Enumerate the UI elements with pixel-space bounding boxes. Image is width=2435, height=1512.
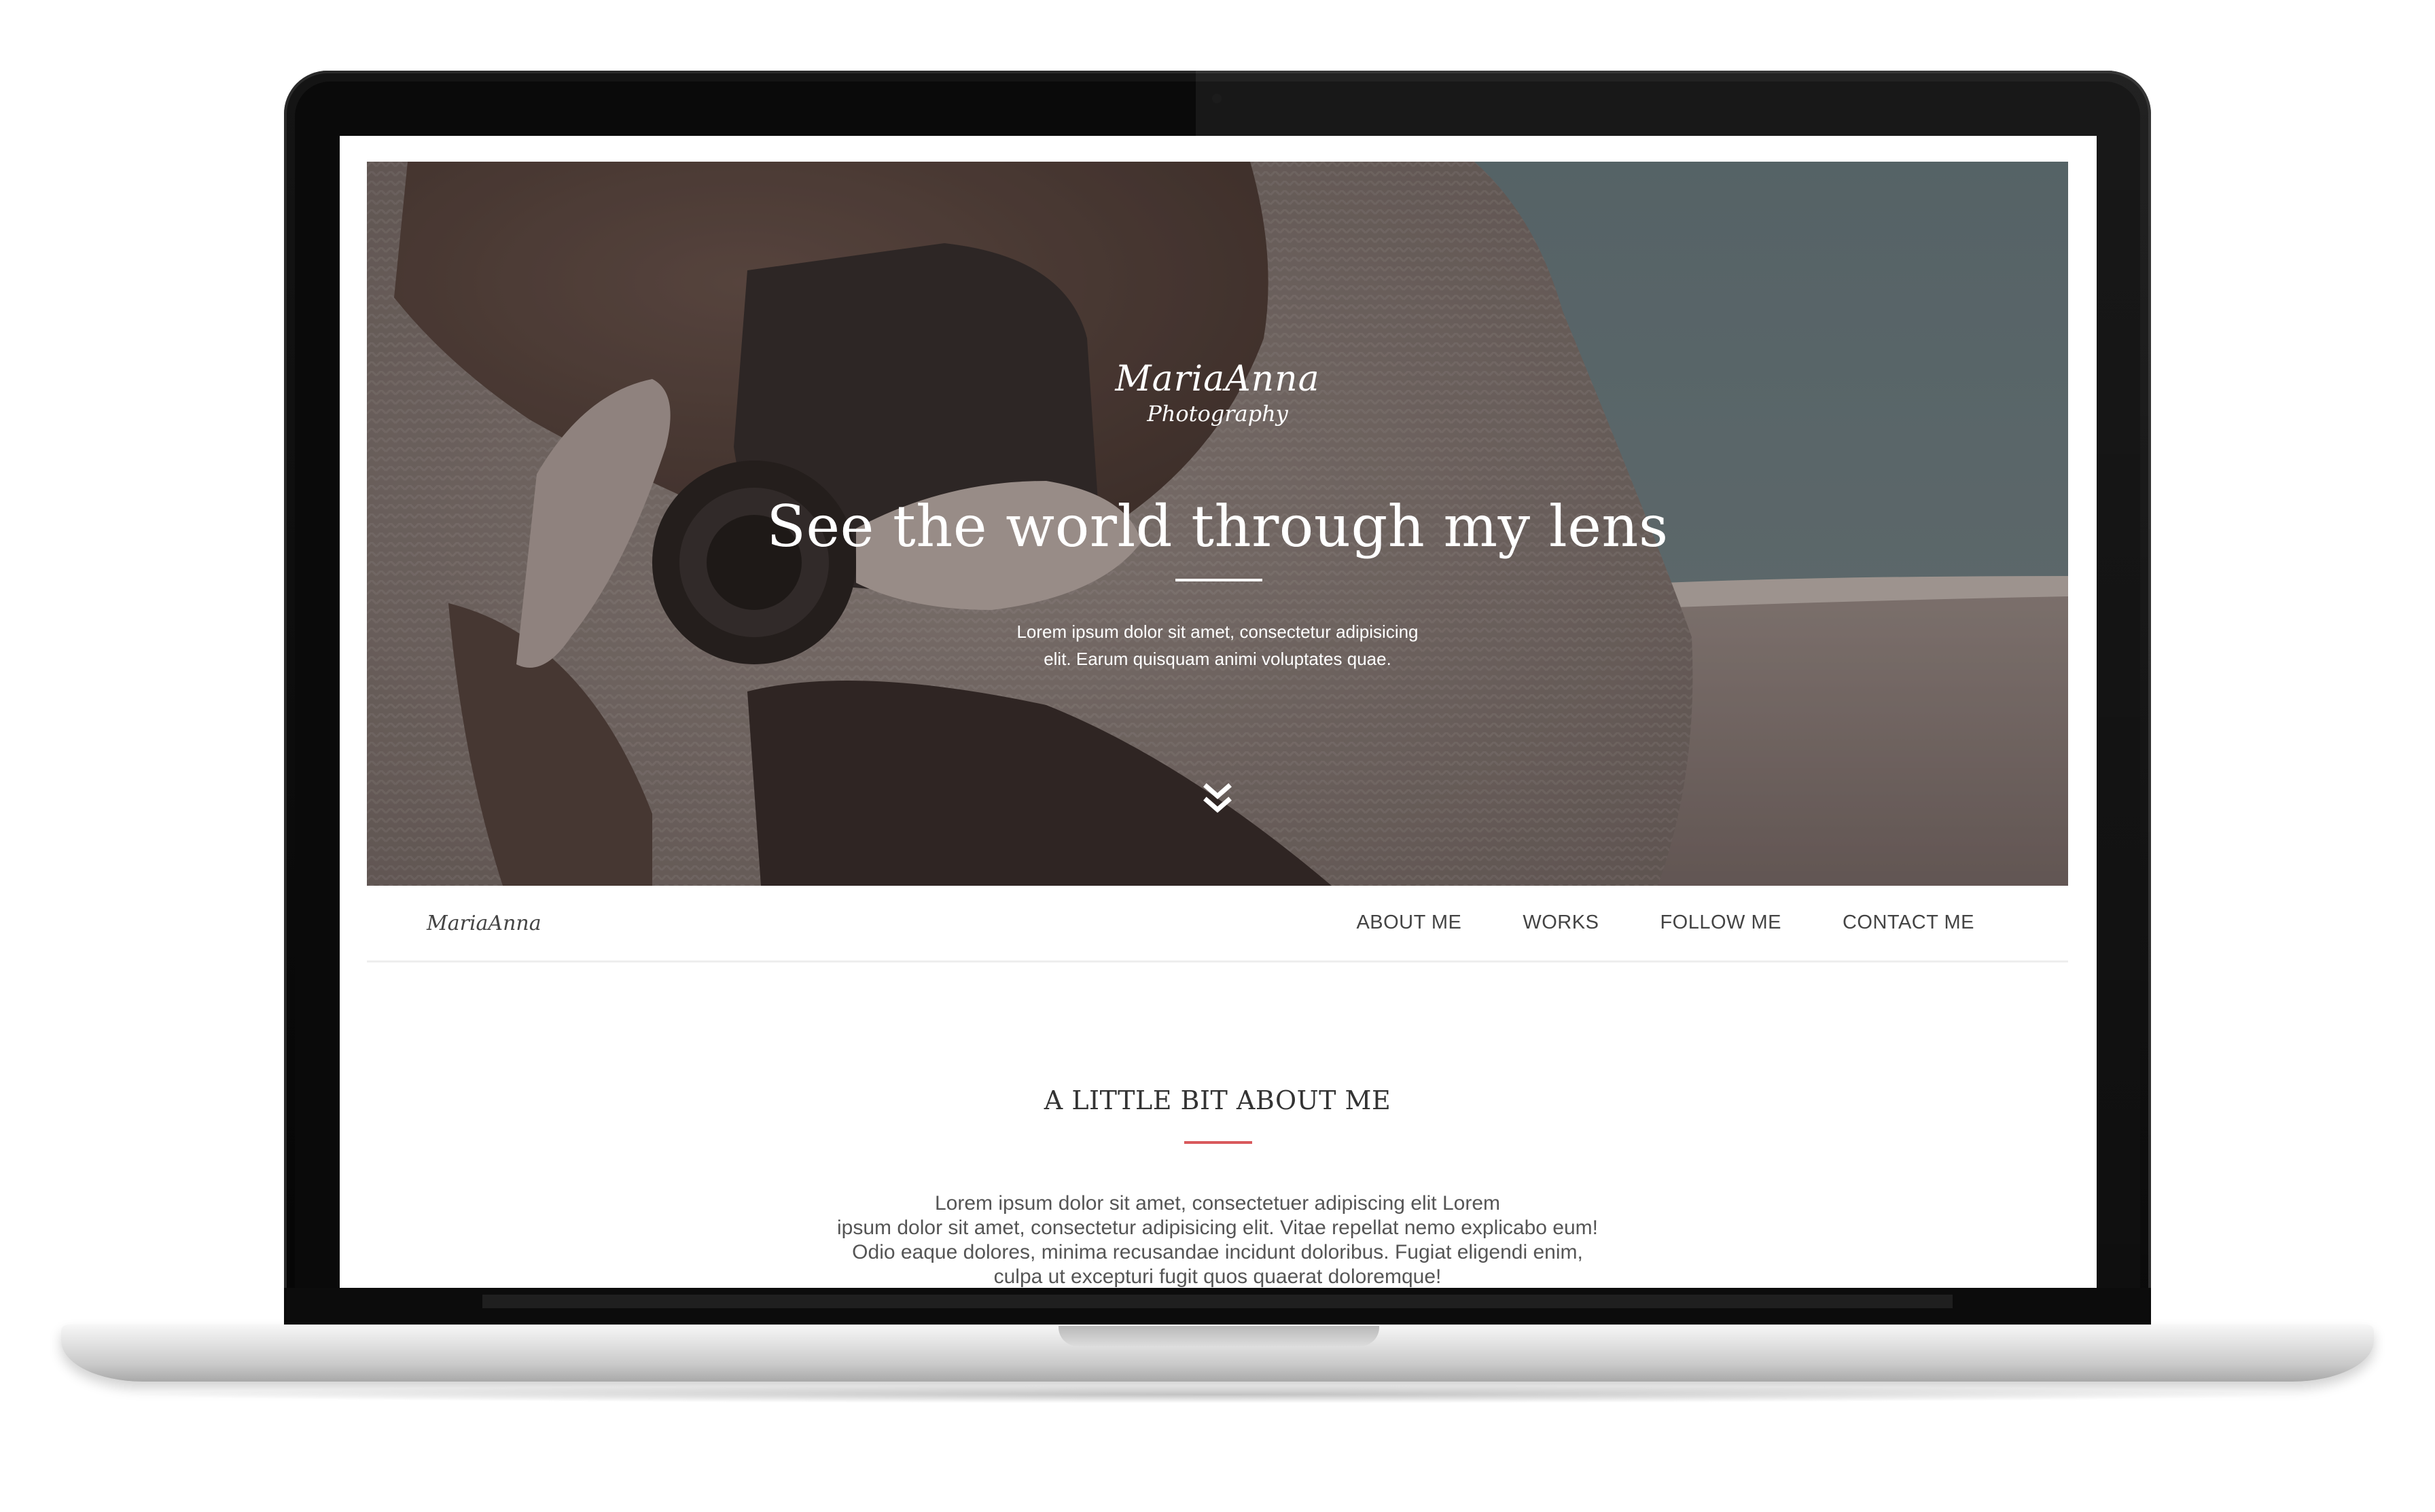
laptop-shadow (109, 1386, 2326, 1403)
hinge-strip (482, 1295, 1953, 1308)
about-section-title: A LITTLE BIT ABOUT ME (1044, 1085, 1391, 1115)
website-page: MariaAnna Photography See the world thro… (367, 162, 2068, 1288)
main-navbar: MariaAnna ABOUT ME WORKS FOLLOW ME CONTA… (367, 886, 2068, 962)
hero-logo-subtitle: Photography (1147, 401, 1288, 427)
hero-section: MariaAnna Photography See the world thro… (367, 162, 2068, 886)
about-divider (1184, 1141, 1252, 1144)
laptop-screen: MariaAnna Photography See the world thro… (340, 136, 2097, 1288)
webcam-icon (1212, 94, 1222, 103)
hero-divider (1175, 579, 1262, 581)
about-paragraph: Lorem ipsum dolor sit amet, consectetuer… (367, 1191, 2068, 1288)
nav-item-about-me[interactable]: ABOUT ME (1356, 912, 1461, 934)
nav-item-contact-me[interactable]: CONTACT ME (1843, 912, 1974, 934)
laptop-base-notch (1059, 1326, 1379, 1346)
laptop-mockup: MariaAnna Photography See the world thro… (0, 0, 2435, 1512)
hero-description: Lorem ipsum dolor sit amet, consectetur … (367, 618, 2068, 672)
about-line: Lorem ipsum dolor sit amet, consectetuer… (934, 1192, 1501, 1214)
hero-description-line: elit. Earum quisquam animi voluptates qu… (1044, 649, 1391, 669)
about-line: culpa ut excepturi fugit quos quaerat do… (993, 1265, 1442, 1288)
nav-item-works[interactable]: WORKS (1523, 912, 1599, 934)
about-line: Odio eaque dolores, minima recusandae in… (852, 1241, 1583, 1263)
nav-logo[interactable]: MariaAnna (427, 912, 541, 935)
about-line: ipsum dolor sit amet, consectetur adipis… (836, 1217, 1599, 1239)
hero-title: See the world through my lens (766, 493, 1669, 560)
chevron-double-down-icon[interactable] (1200, 781, 1235, 819)
nav-item-follow-me[interactable]: FOLLOW ME (1660, 912, 1781, 934)
nav-menu: ABOUT ME WORKS FOLLOW ME CONTACT ME (1356, 912, 1974, 934)
hero-description-line: Lorem ipsum dolor sit amet, consectetur … (1016, 622, 1419, 642)
hero-logo-name: MariaAnna (1115, 359, 1320, 399)
